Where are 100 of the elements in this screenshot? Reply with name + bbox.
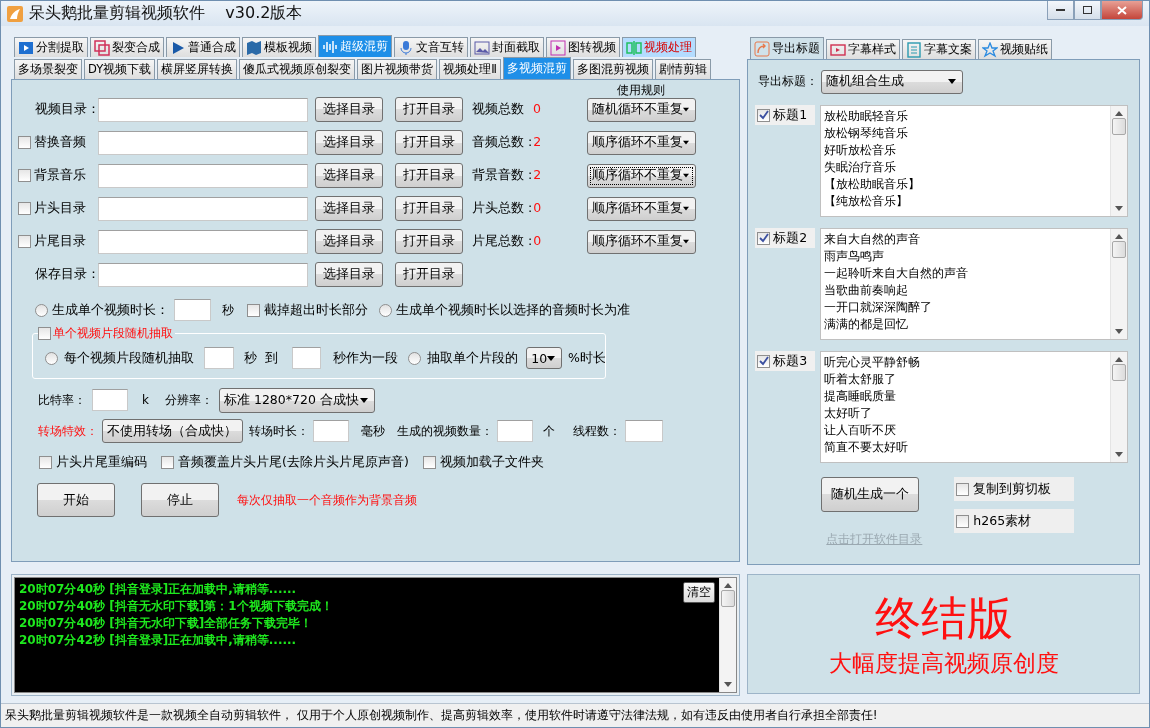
scroll-down-icon[interactable] — [1115, 206, 1124, 211]
generate-button[interactable]: 随机生成一个 — [821, 477, 920, 512]
input-field[interactable] — [625, 420, 663, 442]
export-dropdown[interactable]: 随机组合生成 — [821, 69, 964, 94]
clear-button[interactable]: 清空 — [683, 582, 716, 603]
scroll-thumb[interactable] — [1112, 241, 1127, 258]
tab[interactable]: 视频处理 — [622, 37, 696, 57]
input-field[interactable] — [98, 97, 308, 122]
tab[interactable]: 图片视频带货 — [357, 59, 438, 79]
checkbox[interactable] — [956, 514, 970, 528]
input-field[interactable] — [497, 420, 533, 442]
tab[interactable]: 模板视频 — [242, 37, 316, 57]
text-area[interactable]: 来自大自然的声音 雨声鸟鸣声 一起聆听来自大自然的声音 当歌曲前奏响起 一开口就深深陶醉了 满满的都是回忆 — [820, 228, 1129, 340]
rule-dropdown[interactable]: 顺序循环不重复 — [587, 163, 696, 188]
scroll-up-icon[interactable] — [724, 583, 733, 588]
tab[interactable]: DY视频下载 — [84, 59, 156, 79]
checkbox[interactable] — [757, 354, 771, 368]
text-area[interactable]: 听完心灵平静舒畅 听着太舒服了 提高睡眠质量 太好听了 让人百听不厌 简直不要太好听 — [820, 351, 1129, 463]
rule-dropdown[interactable]: 顺序循环不重复 — [587, 196, 696, 221]
input-field[interactable] — [98, 163, 308, 188]
select-button[interactable]: 选择目录 — [315, 163, 383, 188]
select-button[interactable]: 选择目录 — [315, 262, 383, 287]
tab[interactable]: 傻瓜式视频原创裂变 — [239, 59, 356, 79]
open-button[interactable]: 打开目录 — [395, 262, 463, 287]
open-button[interactable]: 打开目录 — [395, 130, 463, 155]
radio-button[interactable] — [408, 351, 422, 365]
close-button[interactable] — [1101, 1, 1143, 20]
text-area[interactable]: 放松助眠轻音乐 放松钢琴纯音乐 好听放松音乐 失眠治疗音乐 【放松助眠音乐】 【纯放松音乐】 — [820, 105, 1129, 217]
input-field[interactable] — [98, 130, 308, 155]
select-button[interactable]: 选择目录 — [315, 97, 383, 122]
tab[interactable]: 字幕文案 — [902, 39, 977, 59]
scroll-thumb[interactable] — [721, 590, 736, 607]
scrollbar[interactable] — [1110, 106, 1128, 216]
scroll-down-icon[interactable] — [1115, 329, 1124, 334]
rule-dropdown[interactable]: 顺序循环不重复 — [587, 130, 696, 155]
input-field[interactable] — [98, 229, 308, 254]
scrollbar[interactable] — [719, 578, 737, 692]
select-button[interactable]: 选择目录 — [315, 229, 383, 254]
start-button[interactable]: 开始 — [37, 483, 115, 517]
tab[interactable]: 封面截取 — [470, 37, 544, 57]
input-field[interactable] — [98, 196, 308, 221]
input-field[interactable] — [313, 420, 349, 442]
tab[interactable]: 导出标题 — [750, 37, 825, 59]
tab[interactable]: 字幕样式 — [826, 39, 901, 59]
scroll-thumb[interactable] — [1112, 118, 1127, 135]
checkbox[interactable] — [18, 235, 31, 248]
minimize-button[interactable] — [1047, 1, 1074, 20]
select-button[interactable]: 选择目录 — [315, 196, 383, 221]
tab[interactable]: 视频处理Ⅱ — [439, 59, 501, 79]
tab[interactable]: 剧情剪辑 — [654, 59, 711, 79]
scroll-down-icon[interactable] — [1115, 452, 1124, 457]
rule-dropdown[interactable]: 顺序循环不重复 — [587, 229, 696, 254]
scrollbar[interactable] — [1110, 352, 1128, 462]
unit-label: k — [142, 393, 149, 407]
checkbox[interactable] — [247, 303, 260, 317]
radio-button[interactable] — [35, 303, 48, 317]
input-field[interactable] — [92, 389, 128, 411]
text-line: 太好听了 — [824, 405, 874, 422]
open-button[interactable]: 打开目录 — [395, 97, 463, 122]
open-button[interactable]: 打开目录 — [395, 229, 463, 254]
percent-dropdown[interactable]: 10 — [526, 347, 563, 369]
checkbox[interactable] — [757, 108, 771, 122]
input-field[interactable] — [204, 347, 234, 369]
open-button[interactable]: 打开目录 — [395, 163, 463, 188]
rule-dropdown[interactable]: 随机循环不重复 — [587, 97, 696, 122]
select-button[interactable]: 选择目录 — [315, 130, 383, 155]
checkbox[interactable] — [757, 231, 771, 245]
radio-button[interactable] — [45, 351, 58, 365]
checkbox[interactable] — [18, 202, 31, 215]
checkbox[interactable] — [18, 169, 31, 182]
checkbox[interactable] — [422, 455, 436, 469]
checkbox[interactable] — [161, 455, 174, 469]
scrollbar[interactable] — [1110, 229, 1128, 339]
maximize-button[interactable] — [1074, 1, 1101, 20]
input-field[interactable] — [98, 262, 308, 287]
stop-button[interactable]: 停止 — [141, 483, 219, 517]
tab[interactable]: 分割提取 — [14, 37, 88, 57]
tab[interactable]: 横屏竖屏转换 — [157, 59, 238, 79]
tab[interactable]: 视频贴纸 — [978, 39, 1053, 59]
input-field[interactable] — [291, 347, 322, 369]
tab[interactable]: 文音互转 — [394, 37, 468, 57]
scroll-up-icon[interactable] — [1115, 111, 1124, 116]
open-button[interactable]: 打开目录 — [395, 196, 463, 221]
tab[interactable]: 多场景裂变 — [14, 59, 82, 79]
checkbox[interactable] — [39, 455, 52, 469]
scroll-thumb[interactable] — [1112, 364, 1127, 381]
input-field[interactable] — [174, 299, 211, 321]
checkbox[interactable] — [18, 136, 31, 149]
scroll-up-icon[interactable] — [1115, 357, 1124, 362]
tab[interactable]: 多图混剪视频 — [572, 59, 653, 79]
scroll-up-icon[interactable] — [1115, 234, 1124, 239]
scroll-down-icon[interactable] — [724, 682, 733, 687]
checkbox[interactable] — [38, 326, 51, 340]
checkbox[interactable] — [956, 482, 970, 496]
tab[interactable]: 图转视频 — [546, 37, 620, 57]
radio-button[interactable] — [379, 303, 392, 317]
transition-dropdown[interactable]: 不使用转场（合成快） — [102, 419, 243, 443]
tab[interactable]: 裂变合成 — [90, 37, 164, 57]
resolution-dropdown[interactable]: 标准 1280*720 合成快 — [218, 387, 375, 413]
tab[interactable]: 普通合成 — [166, 37, 240, 57]
